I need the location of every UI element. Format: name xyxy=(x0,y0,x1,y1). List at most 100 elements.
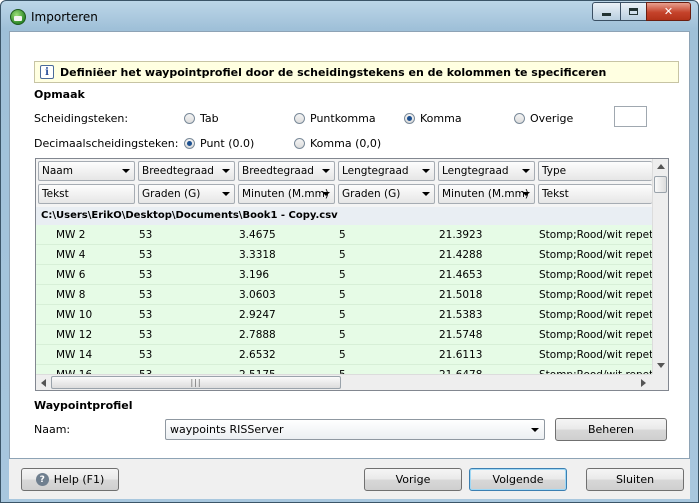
table-cell: 3.0603 xyxy=(239,289,276,301)
radio-tab[interactable]: Tab xyxy=(184,112,219,125)
minimize-icon xyxy=(602,13,611,16)
app-icon xyxy=(10,9,26,25)
table-cell: 5 xyxy=(339,229,346,241)
title-bar[interactable]: Importeren ✕ xyxy=(1,1,698,31)
radio-dot-selected xyxy=(404,113,415,124)
radio-komma[interactable]: Komma xyxy=(404,112,462,125)
table-cell: 21.6113 xyxy=(439,349,483,361)
preview-grid: Naam Breedtegraad Breedtegraad Lengtegra… xyxy=(35,158,669,391)
close-icon: ✕ xyxy=(663,5,674,18)
close-dialog-button-label: Sluiten xyxy=(615,473,655,486)
table-cell: 53 xyxy=(139,349,153,361)
table-cell: Stomp;Rood/wit repete xyxy=(539,229,652,241)
radio-label: Overige xyxy=(530,112,574,125)
table-cell: Stomp;Rood/wit repete xyxy=(539,309,652,321)
next-button[interactable]: Volgende xyxy=(469,468,567,491)
chevron-down-icon xyxy=(222,192,230,196)
table-cell: Stomp;Rood/wit repete xyxy=(539,269,652,281)
info-bar: i Definiëer het waypointprofiel door de … xyxy=(34,61,679,83)
combo-text: Lengtegraad xyxy=(342,165,409,177)
table-cell: 53 xyxy=(139,249,153,261)
table-cell: MW 14 xyxy=(56,349,93,361)
table-cell: 5 xyxy=(339,249,346,261)
help-icon: ? xyxy=(35,473,49,486)
manage-button[interactable]: Beheren xyxy=(555,418,667,441)
radio-label: Komma xyxy=(420,112,462,125)
table-cell: 21.5383 xyxy=(439,309,483,321)
combo-text: Graden (G) xyxy=(342,188,401,200)
combo-text: Breedtegraad xyxy=(142,165,214,177)
chevron-down-icon xyxy=(531,428,539,432)
other-separator-input[interactable] xyxy=(614,106,647,127)
table-row: MW 4 53 3.3318 5 21.4288 Stomp;Rood/wit repet… xyxy=(36,245,652,265)
format-combo-3[interactable]: Minuten (M.mm) xyxy=(238,184,335,204)
table-cell: 53 xyxy=(139,329,153,341)
table-cell: 3.4675 xyxy=(239,229,276,241)
scroll-left-icon[interactable] xyxy=(41,379,46,387)
column-combo-type[interactable]: Type xyxy=(538,161,652,181)
maximize-button[interactable] xyxy=(620,2,647,21)
help-button[interactable]: ? Help (F1) xyxy=(21,468,119,491)
radio-label: Tab xyxy=(200,112,219,125)
table-cell: 21.5748 xyxy=(439,329,483,341)
next-button-label: Volgende xyxy=(492,473,544,486)
table-row: MW 14 53 2.6532 5 21.6113 Stomp;Rood/wit repe… xyxy=(36,345,652,365)
horizontal-scrollbar[interactable]: ||| xyxy=(36,374,652,390)
profile-select[interactable]: waypoints RISServer xyxy=(165,419,545,440)
close-button[interactable]: ✕ xyxy=(646,2,691,21)
format-combo-2[interactable]: Graden (G) xyxy=(138,184,235,204)
chevron-down-icon xyxy=(122,169,130,173)
format-combo-4[interactable]: Graden (G) xyxy=(338,184,435,204)
table-cell: 21.5018 xyxy=(439,289,483,301)
column-combo-lengtegraad-1[interactable]: Lengtegraad xyxy=(338,161,435,181)
column-combo-breedtegraad-1[interactable]: Breedtegraad xyxy=(138,161,235,181)
prev-button[interactable]: Vorige xyxy=(364,468,462,491)
chevron-down-icon xyxy=(522,169,530,173)
combo-text: Minuten (M.mm) xyxy=(442,188,529,200)
radio-komma-decimal[interactable]: Komma (0,0) xyxy=(294,137,381,150)
combo-text: Breedtegraad xyxy=(242,165,314,177)
scroll-right-icon[interactable] xyxy=(641,379,646,387)
scroll-down-icon[interactable] xyxy=(657,363,665,368)
chevron-down-icon xyxy=(222,169,230,173)
close-dialog-button[interactable]: Sluiten xyxy=(586,468,684,491)
column-combo-breedtegraad-2[interactable]: Breedtegraad xyxy=(238,161,335,181)
table-cell: 21.4653 xyxy=(439,269,483,281)
column-combo-naam[interactable]: Naam xyxy=(38,161,135,181)
table-cell: 5 xyxy=(339,269,346,281)
radio-punt[interactable]: Punt (0.0) xyxy=(184,137,254,150)
table-cell: Stomp;Rood/wit repete xyxy=(539,329,652,341)
table-cell: 21.3923 xyxy=(439,229,483,241)
file-path-row: C:\Users\ErikO\Desktop\Documents\Book1 -… xyxy=(36,207,652,225)
table-cell: MW 8 xyxy=(56,289,86,301)
format-combo-6[interactable]: Tekst xyxy=(538,184,652,204)
import-dialog: Importeren ✕ i Definiëer het waypointpro… xyxy=(0,0,699,503)
table-cell: 2.9247 xyxy=(239,309,276,321)
column-header-row: Naam Breedtegraad Breedtegraad Lengtegra… xyxy=(36,159,652,183)
table-cell: Stomp;Rood/wit repete xyxy=(539,249,652,261)
column-combo-lengtegraad-2[interactable]: Lengtegraad xyxy=(438,161,535,181)
format-combo-1[interactable]: Tekst xyxy=(38,184,135,204)
radio-label: Komma (0,0) xyxy=(310,137,382,150)
manage-button-label: Beheren xyxy=(587,423,635,436)
radio-puntkomma[interactable]: Puntkomma xyxy=(294,112,376,125)
minimize-button[interactable] xyxy=(592,2,621,21)
radio-overige[interactable]: Overige xyxy=(514,112,573,125)
format-header-row: Tekst Graden (G) Minuten (M.mm) Graden (… xyxy=(36,183,652,207)
combo-text: Naam xyxy=(42,165,73,177)
scroll-corner xyxy=(652,374,668,390)
horizontal-scroll-thumb[interactable]: ||| xyxy=(51,376,341,389)
table-cell: 5 xyxy=(339,349,346,361)
format-combo-5[interactable]: Minuten (M.mm) xyxy=(438,184,535,204)
table-row: MW 10 53 2.9247 5 21.5383 Stomp;Rood/wit repe… xyxy=(36,305,652,325)
radio-label: Puntkomma xyxy=(310,112,376,125)
scroll-up-icon[interactable] xyxy=(657,164,665,169)
combo-text: Graden (G) xyxy=(142,188,201,200)
profile-name-label: Naam: xyxy=(34,423,71,436)
radio-dot-selected xyxy=(184,138,195,149)
table-cell: MW 2 xyxy=(56,229,86,241)
chevron-down-icon xyxy=(422,192,430,196)
vertical-scroll-thumb[interactable] xyxy=(654,176,667,193)
table-cell: 2.6532 xyxy=(239,349,276,361)
vertical-scrollbar[interactable] xyxy=(652,159,668,374)
